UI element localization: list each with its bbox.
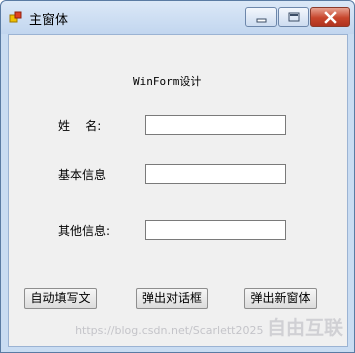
main-window: 主窗体 WinForm设计 姓 名: 基本信息 其他信息: 自动填写文 弹出对话… [0,0,355,353]
name-input[interactable] [145,115,286,135]
basic-info-label: 基本信息 [58,168,107,182]
other-info-label: 其他信息: [58,224,111,238]
window-title: 主窗体 [29,13,69,28]
form-header-label: WinForm设计 [133,75,202,88]
new-window-button[interactable]: 弹出新窗体 [244,288,317,309]
form-client-area: WinForm设计 姓 名: 基本信息 其他信息: 自动填写文 弹出对话框 弹出… [8,34,348,347]
watermark-brand: 自由互联 [266,317,343,339]
app-icon [9,11,22,23]
autofill-button[interactable]: 自动填写文 [24,288,97,309]
other-info-input[interactable] [145,220,286,240]
watermark-url: https://blog.csdn.net/Scarlett2025 [75,324,264,337]
basic-info-input[interactable] [145,164,286,184]
minimize-icon [256,18,267,23]
close-button[interactable] [310,7,350,27]
watermark: https://blog.csdn.net/Scarlett2025 自由互联 [75,313,343,340]
close-icon [324,11,337,24]
title-bar[interactable]: 主窗体 [1,1,354,34]
name-label: 姓 名: [58,119,102,133]
maximize-button[interactable] [278,7,309,27]
minimize-button[interactable] [245,7,277,27]
show-dialog-button[interactable]: 弹出对话框 [136,288,208,309]
maximize-icon [288,12,300,22]
